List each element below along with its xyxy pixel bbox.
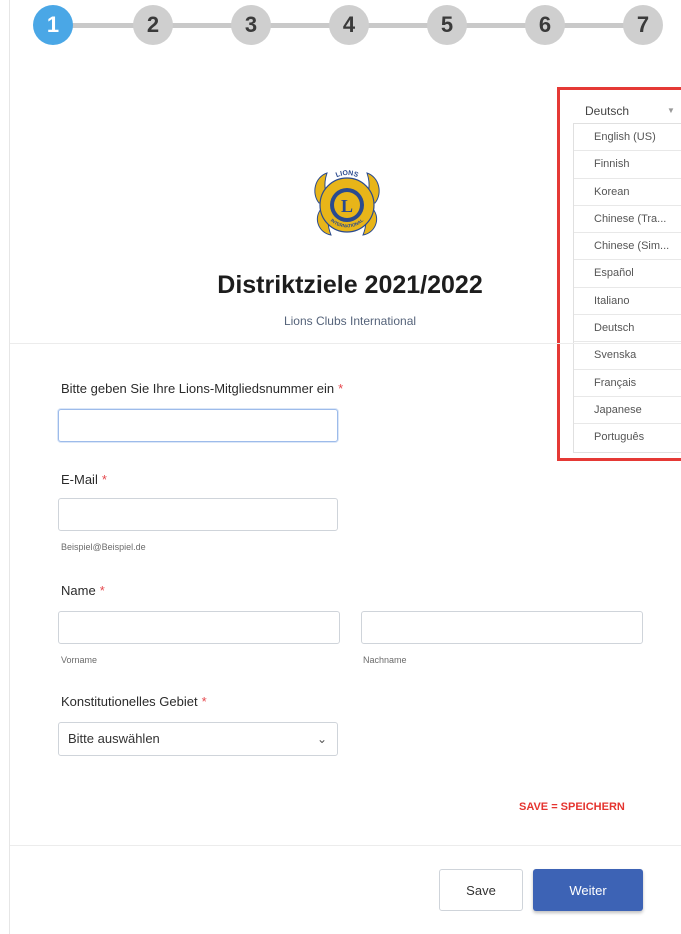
step-3[interactable]: 3 (231, 5, 271, 45)
page-left-border (9, 0, 10, 934)
email-label: E-Mail * (61, 472, 107, 487)
area-label: Konstitutionelles Gebiet * (61, 694, 207, 709)
language-option[interactable]: Español (574, 260, 681, 288)
language-select-current[interactable]: Deutsch (585, 104, 629, 118)
header-divider (10, 343, 681, 344)
step-5[interactable]: 5 (427, 5, 467, 45)
page-title: Distriktziele 2021/2022 (217, 271, 483, 299)
step-6[interactable]: 6 (525, 5, 565, 45)
lions-logo: L LIONS INTERNATIONAL (314, 170, 380, 236)
language-option[interactable]: Svenska (574, 342, 681, 370)
first-name-input[interactable] (58, 611, 340, 644)
language-option[interactable]: Português (574, 424, 681, 451)
save-translation-note: SAVE = SPEICHERN (519, 801, 625, 813)
area-select-value: Bitte auswählen (68, 731, 160, 746)
language-option[interactable]: Japanese (574, 397, 681, 425)
step-7[interactable]: 7 (623, 5, 663, 45)
save-button[interactable]: Save (439, 869, 523, 911)
language-option[interactable]: Korean (574, 179, 681, 206)
required-marker: * (99, 583, 105, 598)
last-name-hint: Nachname (363, 655, 407, 665)
member-number-label: Bitte geben Sie Ihre Lions-Mitgliedsnumm… (61, 381, 344, 396)
footer-divider (10, 845, 681, 846)
language-option[interactable]: Finnish (574, 151, 681, 179)
step-1[interactable]: 1 (33, 5, 73, 45)
required-marker: * (201, 694, 207, 709)
language-option[interactable]: English (US) (574, 124, 681, 152)
language-option[interactable]: Chinese (Tra... (574, 206, 681, 234)
area-select[interactable]: Bitte auswählen ⌄ (58, 722, 338, 756)
required-marker: * (338, 381, 344, 396)
email-input[interactable] (58, 498, 338, 531)
caret-down-icon[interactable]: ▼ (667, 106, 675, 115)
last-name-input[interactable] (361, 611, 643, 644)
required-marker: * (101, 472, 107, 487)
member-number-input[interactable] (58, 409, 338, 442)
name-label: Name * (61, 583, 105, 598)
progress-stepper: 1 2 3 4 5 6 7 (33, 5, 673, 45)
language-option[interactable]: Deutsch (574, 315, 681, 343)
next-button[interactable]: Weiter (533, 869, 643, 911)
first-name-hint: Vorname (61, 655, 98, 665)
language-dropdown-list: English (US) Finnish Korean Chinese (Tra… (573, 123, 681, 453)
chevron-down-icon: ⌄ (316, 732, 327, 746)
page-subtitle: Lions Clubs International (283, 314, 417, 328)
email-hint: Beispiel@Beispiel.de (61, 542, 146, 552)
language-option[interactable]: Italiano (574, 288, 681, 316)
step-4[interactable]: 4 (329, 5, 369, 45)
language-option[interactable]: Chinese (Sim... (574, 233, 681, 261)
step-2[interactable]: 2 (133, 5, 173, 45)
logo-letter: L (341, 196, 353, 216)
language-option[interactable]: Français (574, 370, 681, 397)
